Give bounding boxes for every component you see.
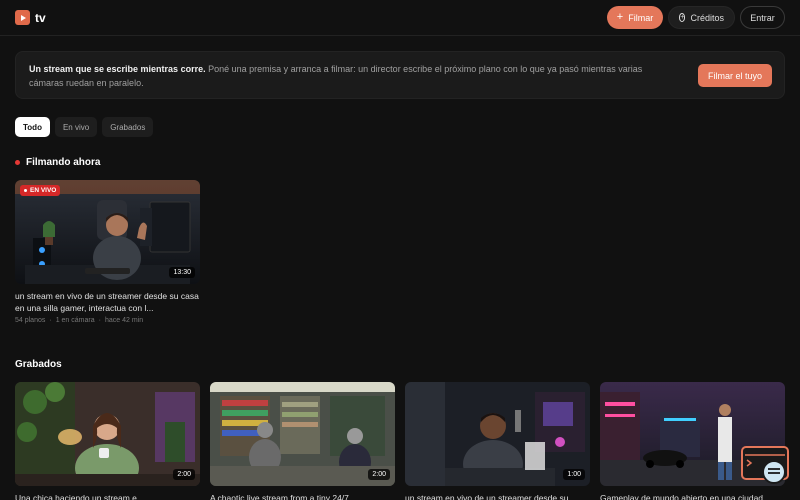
entrar-button[interactable]: Entrar [740, 6, 785, 29]
recorded-card-title[interactable]: Gameplay de mundo abierto en una ciudad.… [600, 492, 785, 500]
duration-badge: 2:00 [173, 469, 195, 480]
duration-badge: 2:00 [368, 469, 390, 480]
filter-tabs: Todo En vivo Grabados [15, 117, 154, 137]
tab-todo[interactable]: Todo [15, 117, 50, 137]
live-stream-card[interactable]: EN VIVO 13:30 un stream en vivo de un st… [15, 180, 200, 324]
header-actions: + Filmar + Créditos Entrar [607, 6, 785, 29]
floating-assistant-icon[interactable] [741, 446, 789, 486]
live-card-title[interactable]: un stream en vivo de un streamer desde s… [15, 290, 200, 314]
tab-en-vivo[interactable]: En vivo [54, 117, 98, 137]
assistant-widget-icon [741, 446, 789, 484]
recorded-card-3[interactable]: 1:00 un stream en vivo de un streamer de… [405, 382, 590, 500]
banner-text: Un stream que se escribe mientras corre.… [29, 62, 679, 90]
duration-badge: 1:00 [563, 469, 585, 480]
live-badge: EN VIVO [20, 185, 61, 196]
plus-icon: + [616, 11, 624, 23]
live-badge-label: EN VIVO [30, 187, 57, 194]
recorded-thumbnail-3[interactable]: 1:00 [405, 382, 590, 486]
filmar-label: Filmar [628, 12, 654, 23]
recorded-section-heading: Grabados [15, 359, 62, 370]
live-section-title: Filmando ahora [26, 157, 101, 168]
recorded-card-title[interactable]: Una chica haciendo un stream e... [15, 492, 200, 500]
filmar-button[interactable]: + Filmar [607, 6, 663, 29]
creditos-label: Créditos [690, 12, 724, 23]
live-section-heading: Filmando ahora [15, 157, 100, 168]
intro-banner: Un stream que se escribe mientras corre.… [15, 51, 785, 99]
girl-stream-thumbnail-image [15, 382, 200, 486]
banner-lead: Un stream que se escribe mientras corre. [29, 64, 206, 74]
recorded-card-2[interactable]: 2:00 A chaotic live stream from a tiny 2… [210, 382, 395, 500]
streamer-room-thumbnail-image [405, 382, 590, 486]
recorded-card-title[interactable]: A chaotic live stream from a tiny 24/7..… [210, 492, 395, 500]
tab-grabados[interactable]: Grabados [102, 117, 154, 137]
logo-text[interactable]: tv [35, 11, 46, 25]
live-dot-icon [15, 160, 20, 165]
recorded-thumbnail-2[interactable]: 2:00 [210, 382, 395, 486]
recorded-card-title[interactable]: un stream en vivo de un streamer desde s… [405, 492, 590, 500]
filmar-el-tuyo-button[interactable]: Filmar el tuyo [698, 64, 772, 87]
meta-time: hace 42 min [104, 317, 144, 324]
recorded-section-title: Grabados [15, 359, 62, 370]
meta-planos: 54 planos [15, 317, 46, 324]
live-card-meta: 54 planos · 1 en cámara · hace 42 min [15, 317, 200, 324]
recorded-thumbnail-1[interactable]: 2:00 [15, 382, 200, 486]
duration-badge: 13:30 [169, 267, 195, 278]
meta-separator: · [98, 317, 101, 324]
top-bar: tv + Filmar + Créditos Entrar [0, 0, 800, 36]
store-stream-thumbnail-image [210, 382, 395, 486]
entrar-label: Entrar [750, 12, 775, 23]
creditos-button[interactable]: + Créditos [668, 6, 735, 29]
live-thumbnail[interactable]: EN VIVO 13:30 [15, 180, 200, 284]
meta-camaras: 1 en cámara [55, 317, 95, 324]
recorded-card-1[interactable]: 2:00 Una chica haciendo un stream e... [15, 382, 200, 500]
logo-play-icon[interactable] [15, 10, 30, 25]
credits-plus-icon: + [679, 13, 686, 22]
meta-separator: · [49, 317, 52, 324]
